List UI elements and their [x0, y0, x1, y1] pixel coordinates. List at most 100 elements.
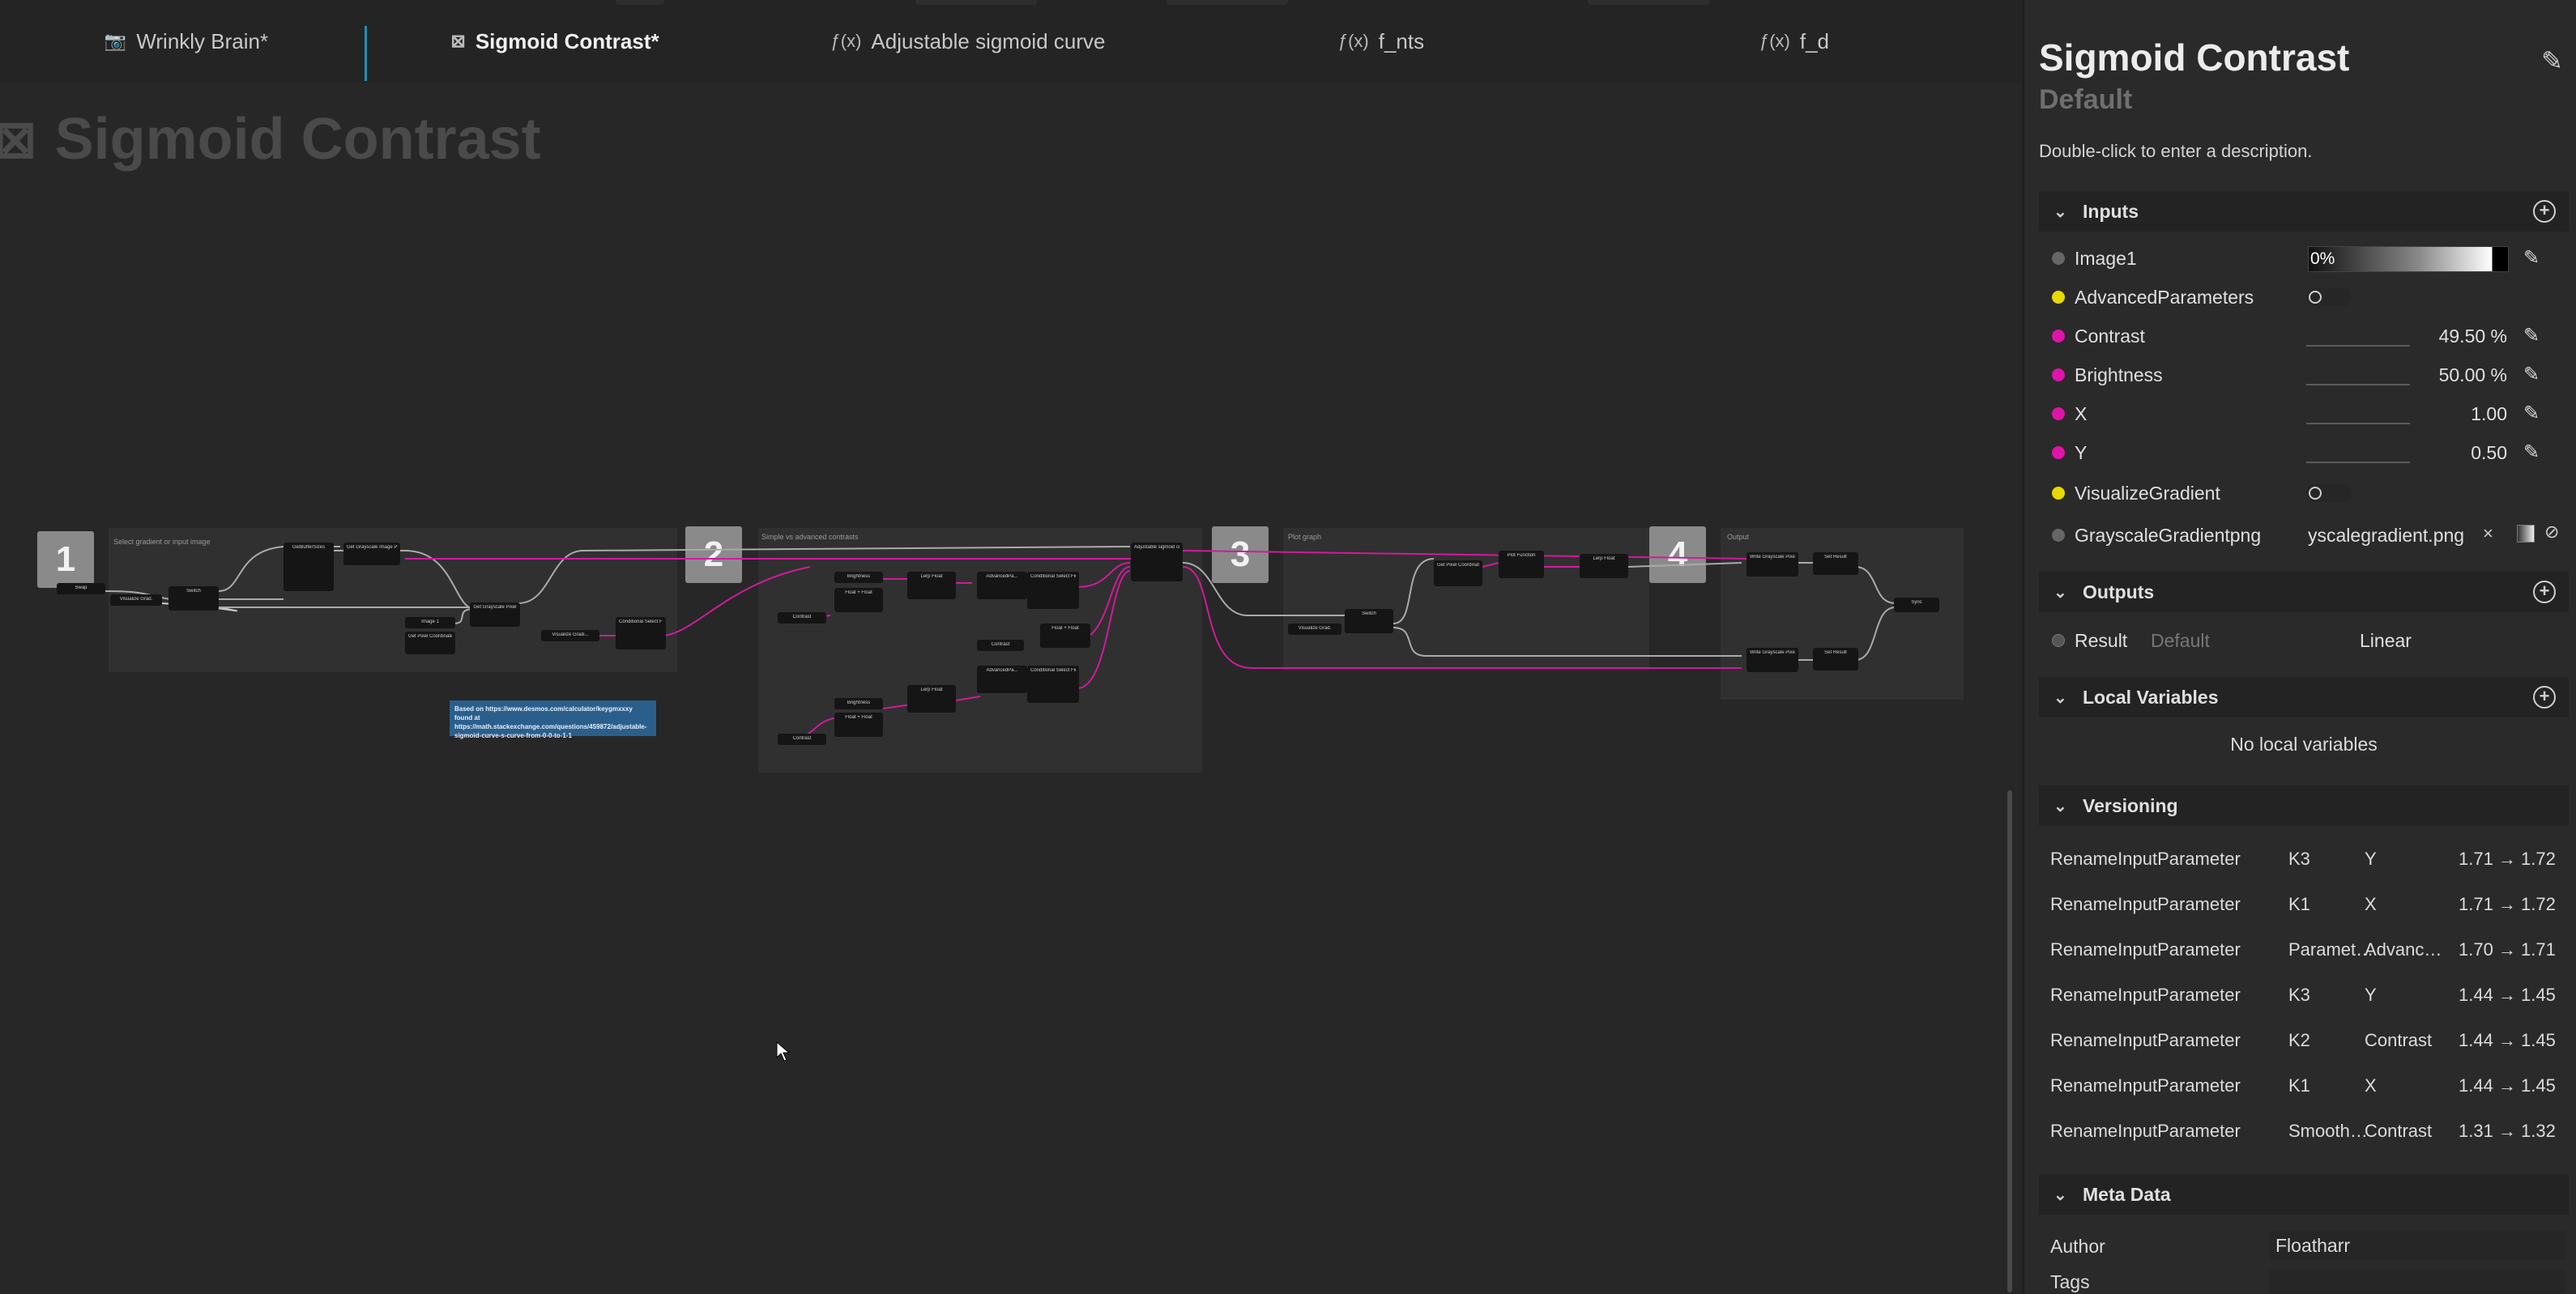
graph-node[interactable]: Write Grayscale Pixel [1746, 552, 1798, 577]
edit-pencil-icon[interactable]: ✎ [2541, 45, 2563, 76]
graph-node[interactable]: AdvancedPa... [977, 666, 1027, 693]
graph-scrollbar[interactable] [2007, 790, 2012, 1292]
graph-node[interactable]: Set Result [1813, 552, 1858, 575]
meta-row-author: Author Floatharr [2050, 1231, 2569, 1271]
y-value-field[interactable]: 0.50 [2306, 441, 2515, 465]
texture-preview-icon[interactable] [2517, 525, 2535, 543]
graph-node[interactable]: Write Grayscale Pixel [1746, 648, 1798, 672]
graph-node[interactable]: Visualize Gradi... [541, 630, 599, 641]
graph-node[interactable]: Lerp Float [907, 685, 956, 713]
local-variables-section-header[interactable]: ⌄ Local Variables + [2039, 677, 2569, 717]
graph-node[interactable]: Get Pixel Coordinate [405, 632, 455, 654]
graph-node[interactable]: Get Grayscale Image Pixel [343, 543, 400, 565]
hidden-eye-icon[interactable]: ⊘ [2544, 521, 2559, 543]
graph-node[interactable]: Get Pixel Coordinate [1434, 560, 1482, 586]
file-path-field[interactable]: yscalegradient.png [2308, 525, 2464, 547]
graph-node[interactable]: Contrast [977, 640, 1024, 651]
meta-data-section-header[interactable]: ⌄ Meta Data [2039, 1174, 2569, 1215]
chevron-down-icon: ⌄ [2054, 1185, 2067, 1204]
graph-node[interactable]: Conditional Select Float [616, 617, 666, 649]
graph-node[interactable]: Switch [168, 586, 219, 611]
graph-node[interactable]: Brightness [834, 698, 883, 709]
graph-node[interactable]: Plot Function [1499, 551, 1544, 578]
edit-pencil-icon[interactable]: ✎ [2523, 363, 2540, 386]
edit-pencil-icon[interactable]: ✎ [2523, 402, 2540, 425]
input-label: AdvancedParameters [2075, 287, 2254, 308]
version-row: RenameInputParameter Paramet… Advanc… 1.… [2050, 939, 2556, 960]
graph-node[interactable]: Float + Float [834, 713, 883, 737]
advanced-parameters-toggle[interactable] [2306, 288, 2352, 306]
brightness-value-field[interactable]: 50.00 % [2306, 363, 2515, 387]
inputs-section-header[interactable]: ⌄ Inputs + [2039, 191, 2569, 232]
versioning-section-header[interactable]: ⌄ Versioning [2039, 785, 2569, 826]
graph-comment[interactable]: Based on https://www.desmos.com/calculat… [450, 700, 656, 739]
graph-canvas[interactable]: 📷 Wrinkly Brain* ⊠ Sigmoid Contrast* ƒ(x… [0, 0, 2022, 1294]
graph-node[interactable]: GetBufferSizes [284, 543, 334, 591]
no-local-variables-text: No local variables [2230, 734, 2378, 755]
input-row-y[interactable]: Y 0.50 ✎ [2039, 432, 2569, 471]
tags-field[interactable] [2269, 1270, 2565, 1294]
graph-node[interactable]: Image 1 [405, 617, 455, 628]
output-row-result[interactable]: Result Default Linear [2039, 620, 2569, 659]
input-label: GrayscaleGradientpng [2075, 525, 2262, 546]
gradient-editor[interactable]: 0% [2308, 246, 2509, 272]
outputs-section-header[interactable]: ⌄ Outputs + [2039, 572, 2569, 612]
x-value-field[interactable]: 1.00 [2306, 402, 2515, 426]
input-row-contrast[interactable]: Contrast 49.50 % ✎ [2039, 316, 2569, 355]
graph-node[interactable]: Contrast [778, 734, 826, 745]
type-dot-icon [2052, 330, 2065, 343]
properties-panel: Sigmoid Contrast Default ✎ Double-click … [2022, 0, 2576, 1294]
clear-icon[interactable]: × [2483, 523, 2493, 544]
input-row-visualize-gradient[interactable]: VisualizeGradient [2039, 473, 2569, 512]
graph-node[interactable]: Lerp Float [1580, 554, 1628, 578]
type-dot-icon [2052, 487, 2065, 500]
graph-node[interactable]: Lerp Float [907, 572, 956, 599]
visualize-gradient-toggle[interactable] [2306, 484, 2352, 502]
edit-pencil-icon[interactable]: ✎ [2523, 441, 2540, 464]
author-field[interactable]: Floatharr [2269, 1231, 2565, 1260]
chevron-down-icon: ⌄ [2054, 688, 2067, 707]
add-output-icon[interactable]: + [2533, 581, 2556, 603]
edit-pencil-icon[interactable]: ✎ [2523, 246, 2540, 270]
meta-row-tags: Tags [2050, 1270, 2569, 1294]
graph-node[interactable]: AdvancedPa... [977, 572, 1027, 599]
graph-node[interactable]: Visualize Grad. [1288, 624, 1341, 635]
input-row-image1[interactable]: Image1 0% ✎ [2039, 238, 2569, 277]
graph-node[interactable]: Swap [57, 583, 105, 594]
graph-node[interactable]: Switch [1345, 609, 1393, 633]
type-dot-icon [2052, 291, 2065, 304]
add-input-icon[interactable]: + [2533, 200, 2556, 223]
input-row-grayscale-gradient[interactable]: GrayscaleGradientpng yscalegradient.png … [2039, 515, 2569, 554]
graph-node[interactable]: Adjustable sigmoid curve [1131, 543, 1183, 581]
output-default: Default [2151, 630, 2210, 651]
graph-node[interactable]: Brightness [834, 572, 883, 583]
input-row-x[interactable]: X 1.00 ✎ [2039, 394, 2569, 432]
input-label: Image1 [2075, 248, 2137, 269]
output-mode[interactable]: Linear [2360, 630, 2412, 652]
graph-node[interactable]: Conditional Select Float [1027, 572, 1079, 609]
version-row: RenameInputParameter Smooth… Contrast 1.… [2050, 1121, 2556, 1141]
input-label: X [2075, 403, 2088, 424]
type-dot-icon [2052, 634, 2065, 647]
input-label: Y [2075, 442, 2088, 463]
contrast-value-field[interactable]: 49.50 % [2306, 324, 2515, 348]
graph-node[interactable]: Get Grayscale Pixel [470, 602, 520, 627]
graph-node[interactable]: Conditional Select Float [1027, 666, 1079, 703]
graph-node[interactable]: Visualize Grad. [110, 594, 162, 606]
chevron-down-icon: ⌄ [2054, 797, 2067, 815]
input-row-brightness[interactable]: Brightness 50.00 % ✎ [2039, 355, 2569, 394]
add-local-variable-icon[interactable]: + [2533, 686, 2556, 709]
graph-node[interactable]: Contrast [778, 612, 826, 624]
graph-node[interactable]: Float + Float [1040, 624, 1090, 648]
input-row-advanced-parameters[interactable]: AdvancedParameters [2039, 277, 2569, 316]
graph-node[interactable]: Sync [1894, 598, 1939, 612]
app-window: 📷 Wrinkly Brain* ⊠ Sigmoid Contrast* ƒ(x… [0, 0, 2576, 1294]
input-label: Contrast [2075, 326, 2145, 347]
type-dot-icon [2052, 368, 2065, 381]
graph-node[interactable]: Float + Float [834, 588, 883, 612]
graph-node[interactable]: Set Result [1813, 648, 1858, 670]
edit-pencil-icon[interactable]: ✎ [2523, 324, 2540, 347]
description-field[interactable]: Double-click to enter a description. [2039, 141, 2313, 162]
version-row: RenameInputParameter K1 X 1.44 → 1.45 [2050, 1075, 2556, 1096]
input-label: VisualizeGradient [2075, 483, 2220, 504]
